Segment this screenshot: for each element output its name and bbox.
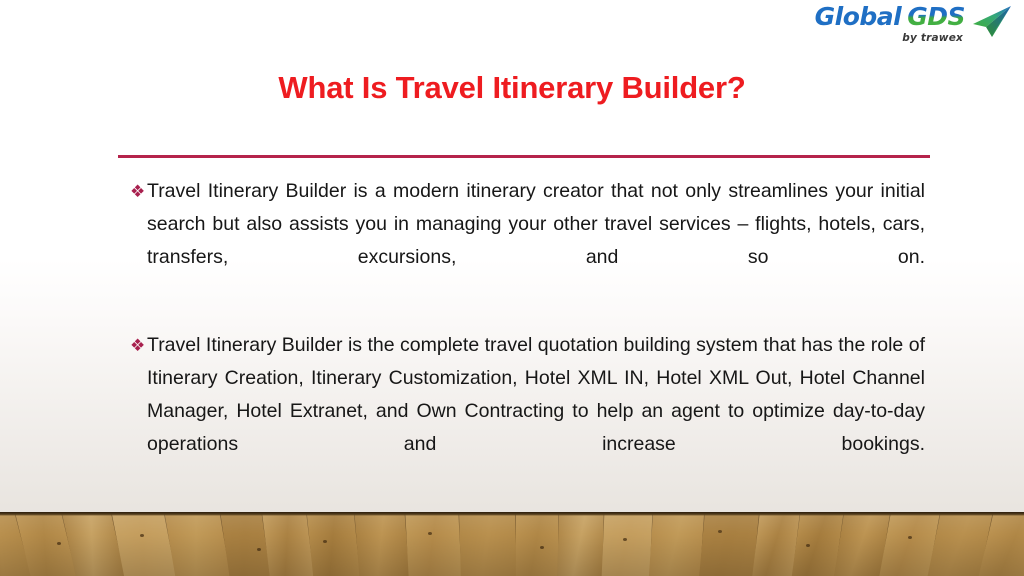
- logo-word-gds: GDS: [907, 2, 965, 31]
- floor-top-shadow: [0, 512, 1024, 516]
- logo-wordmark: Global GDS: [814, 2, 966, 31]
- floor-knot: [623, 538, 627, 541]
- floor-knot: [323, 540, 327, 543]
- body-content: ❖ Travel Itinerary Builder is a modern i…: [130, 175, 925, 494]
- logo-tagline: by trawex: [902, 32, 963, 44]
- floor-plank: [352, 512, 413, 576]
- floor-knot: [718, 530, 722, 533]
- slide-title: What Is Travel Itinerary Builder?: [278, 70, 746, 105]
- floor-knot: [428, 532, 432, 535]
- floor-plank: [600, 512, 655, 576]
- floor-knot: [806, 544, 810, 547]
- floor-plank: [696, 512, 763, 576]
- bullet-item: ❖ Travel Itinerary Builder is a modern i…: [130, 175, 925, 307]
- brand-logo: Global GDS by trawex: [815, 4, 1012, 50]
- wooden-floor: [0, 512, 1024, 576]
- floor-knot: [908, 536, 912, 539]
- floor-planks: [0, 512, 1024, 576]
- logo-word-global: Global: [814, 2, 902, 31]
- bullet-text: Travel Itinerary Builder is the complete…: [147, 334, 925, 455]
- floor-plank: [404, 512, 464, 576]
- bullet-item: ❖ Travel Itinerary Builder is the comple…: [130, 329, 925, 494]
- bullet-text: Travel Itinerary Builder is a modern iti…: [147, 180, 925, 268]
- paper-plane-icon: [970, 5, 1012, 44]
- floor-plank: [647, 512, 707, 576]
- floor-plank: [458, 512, 519, 576]
- slide: Global GDS by trawex What Is Travel Itin…: [0, 0, 1024, 576]
- floor-plank: [515, 512, 560, 576]
- title-divider: [118, 155, 930, 158]
- logo-text: Global GDS by trawex: [814, 2, 966, 44]
- floor-plank: [556, 512, 606, 576]
- floor-knot: [540, 546, 544, 549]
- floor-knot: [140, 534, 144, 537]
- diamond-bullet-icon: ❖: [130, 182, 146, 201]
- floor-knot: [257, 548, 261, 551]
- diamond-bullet-icon: ❖: [130, 336, 146, 355]
- floor-knot: [57, 542, 61, 545]
